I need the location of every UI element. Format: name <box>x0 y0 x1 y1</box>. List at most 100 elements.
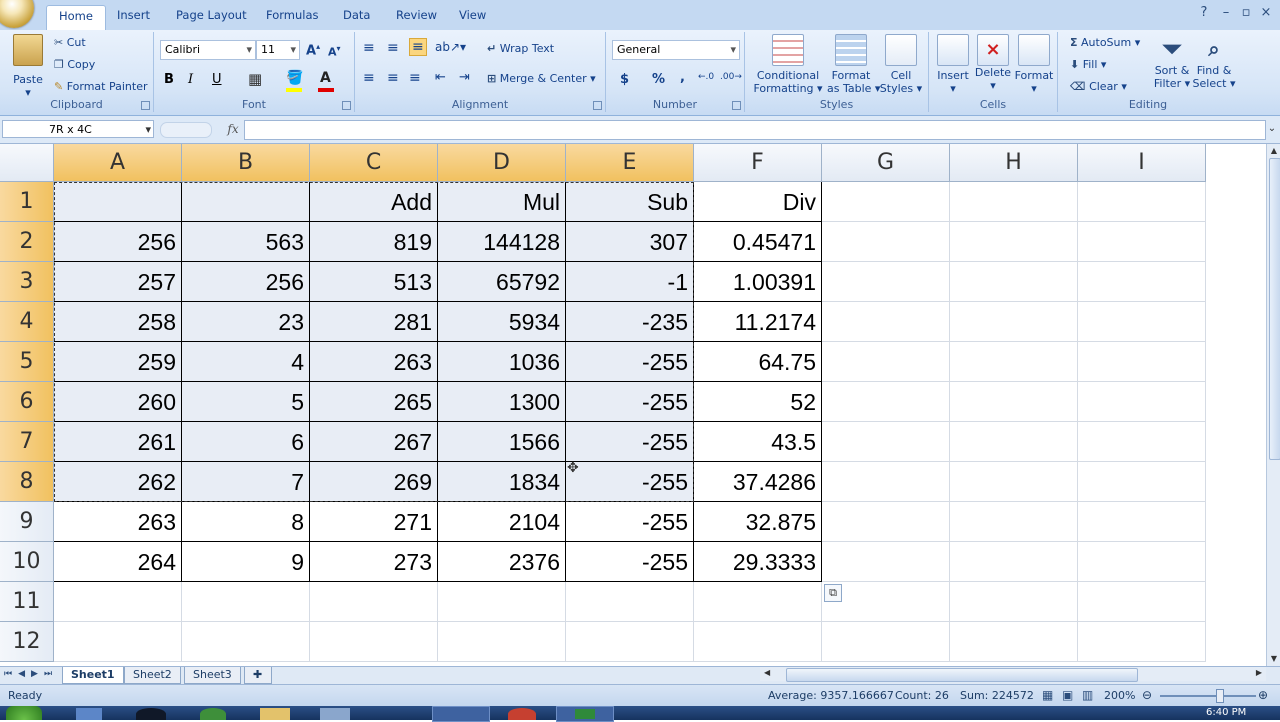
cell-e8[interactable]: -255 <box>566 462 694 502</box>
cell-g12[interactable] <box>822 622 950 662</box>
cell-a12[interactable] <box>54 622 182 662</box>
cell-d9[interactable]: 2104 <box>438 502 566 542</box>
cell-a11[interactable] <box>54 582 182 622</box>
clipboard-launcher-icon[interactable] <box>141 101 150 110</box>
row-header-4[interactable]: 4 <box>0 302 54 342</box>
cell-g10[interactable] <box>822 542 950 582</box>
vertical-scroll-thumb[interactable] <box>1269 158 1280 460</box>
cell-f8[interactable]: 37.4286 <box>694 462 822 502</box>
cell-c1[interactable]: Add <box>310 182 438 222</box>
fill-color-icon[interactable]: 🪣 <box>286 70 303 86</box>
taskbar-app-icon[interactable] <box>200 708 226 720</box>
copy-button[interactable]: ❐ Copy <box>54 58 95 71</box>
cell-h2[interactable] <box>950 222 1078 262</box>
taskbar-app-icon[interactable] <box>136 708 166 720</box>
column-header-h[interactable]: H <box>950 144 1078 182</box>
sheet-tab-2[interactable]: Sheet2 <box>124 667 181 684</box>
row-header-10[interactable]: 10 <box>0 542 54 582</box>
column-header-g[interactable]: G <box>822 144 950 182</box>
formula-input[interactable] <box>244 120 1266 140</box>
cell-g3[interactable] <box>822 262 950 302</box>
sort-filter-button[interactable]: ⏷ Sort & Filter ▾ <box>1152 34 1192 90</box>
row-header-3[interactable]: 3 <box>0 262 54 302</box>
cell-e7[interactable]: -255 <box>566 422 694 462</box>
cell-f11[interactable] <box>694 582 822 622</box>
zoom-out-icon[interactable]: ⊖ <box>1142 688 1152 702</box>
cell-d1[interactable]: Mul <box>438 182 566 222</box>
zoom-in-icon[interactable]: ⊕ <box>1258 688 1268 702</box>
cell-e3[interactable]: -1 <box>566 262 694 302</box>
conditional-formatting-button[interactable]: Conditional Formatting ▾ <box>751 34 825 95</box>
minimize-icon[interactable]: – <box>1218 5 1234 21</box>
cell-c4[interactable]: 281 <box>310 302 438 342</box>
cell-f1[interactable]: Div <box>694 182 822 222</box>
cell-h1[interactable] <box>950 182 1078 222</box>
cell-i2[interactable] <box>1078 222 1206 262</box>
cell-h8[interactable] <box>950 462 1078 502</box>
increase-decimal-icon[interactable]: ←.0 <box>698 72 714 82</box>
cell-h10[interactable] <box>950 542 1078 582</box>
cell-e6[interactable]: -255 <box>566 382 694 422</box>
cell-c5[interactable]: 263 <box>310 342 438 382</box>
align-left-icon[interactable]: ≡ <box>363 70 375 86</box>
cell-h6[interactable] <box>950 382 1078 422</box>
cell-i4[interactable] <box>1078 302 1206 342</box>
row-header-5[interactable]: 5 <box>0 342 54 382</box>
cell-c12[interactable] <box>310 622 438 662</box>
cell-i7[interactable] <box>1078 422 1206 462</box>
cell-g5[interactable] <box>822 342 950 382</box>
tab-data[interactable]: Data <box>331 5 382 29</box>
font-size-select[interactable]: 11 ▾ <box>256 40 300 60</box>
scroll-left-icon[interactable]: ◀ <box>764 668 770 677</box>
cell-b2[interactable]: 563 <box>182 222 310 262</box>
cell-h7[interactable] <box>950 422 1078 462</box>
tab-home[interactable]: Home <box>46 5 106 30</box>
scroll-up-icon[interactable]: ▲ <box>1269 146 1279 156</box>
close-icon[interactable]: × <box>1258 5 1274 21</box>
cell-a8[interactable]: 262 <box>54 462 182 502</box>
cell-e12[interactable] <box>566 622 694 662</box>
align-right-icon[interactable]: ≡ <box>409 70 421 86</box>
cell-c6[interactable]: 265 <box>310 382 438 422</box>
insert-cells-button[interactable]: Insert ▾ <box>933 34 973 95</box>
cell-a10[interactable]: 264 <box>54 542 182 582</box>
row-header-2[interactable]: 2 <box>0 222 54 262</box>
cell-c10[interactable]: 273 <box>310 542 438 582</box>
percent-button[interactable]: % <box>652 72 665 87</box>
alignment-launcher-icon[interactable] <box>593 101 602 110</box>
cell-i5[interactable] <box>1078 342 1206 382</box>
cell-f5[interactable]: 64.75 <box>694 342 822 382</box>
number-format-select[interactable]: General ▾ <box>612 40 740 60</box>
decrease-decimal-icon[interactable]: .00→ <box>720 72 742 82</box>
taskbar-chrome-icon[interactable] <box>508 708 536 720</box>
cell-i8[interactable] <box>1078 462 1206 502</box>
cell-g6[interactable] <box>822 382 950 422</box>
find-select-button[interactable]: ⌕ Find & Select ▾ <box>1192 34 1236 90</box>
scroll-right-icon[interactable]: ▶ <box>1256 668 1262 677</box>
fill-button[interactable]: ⬇ Fill ▾ <box>1070 58 1106 71</box>
wrap-text-button[interactable]: ↵ Wrap Text <box>487 42 554 55</box>
cell-i6[interactable] <box>1078 382 1206 422</box>
row-header-8[interactable]: 8 <box>0 462 54 502</box>
decrease-indent-icon[interactable]: ⇤ <box>435 70 446 85</box>
cell-f3[interactable]: 1.00391 <box>694 262 822 302</box>
cut-button[interactable]: ✂ Cut <box>54 36 86 49</box>
tab-insert[interactable]: Insert <box>105 5 162 29</box>
cell-b3[interactable]: 256 <box>182 262 310 302</box>
align-center-icon[interactable]: ≡ <box>387 70 399 86</box>
cell-f6[interactable]: 52 <box>694 382 822 422</box>
cell-c9[interactable]: 271 <box>310 502 438 542</box>
column-header-b[interactable]: B <box>182 144 310 182</box>
page-layout-view-icon[interactable]: ▣ <box>1062 688 1073 702</box>
select-all-corner[interactable] <box>0 144 54 182</box>
sheet-tab-3[interactable]: Sheet3 <box>184 667 241 684</box>
cell-a3[interactable]: 257 <box>54 262 182 302</box>
cell-d12[interactable] <box>438 622 566 662</box>
clear-button[interactable]: ⌫ Clear ▾ <box>1070 80 1127 93</box>
align-bottom-icon[interactable]: ≡ <box>409 38 427 56</box>
taskbar-app-icon[interactable] <box>76 708 102 720</box>
cell-b5[interactable]: 4 <box>182 342 310 382</box>
grow-font-icon[interactable]: A▴ <box>306 42 320 58</box>
horizontal-scrollbar[interactable]: ◀ ▶ <box>760 667 1266 682</box>
cell-a5[interactable]: 259 <box>54 342 182 382</box>
